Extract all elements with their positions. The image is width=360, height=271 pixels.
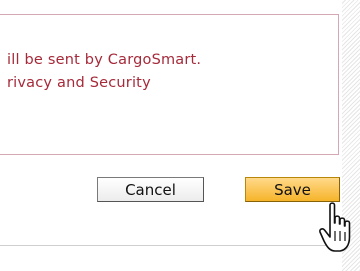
footer-divider (0, 245, 342, 246)
message-box: ill be sent by CargoSmart. rivacy and Se… (0, 14, 339, 155)
dialog-panel: ill be sent by CargoSmart. rivacy and Se… (0, 0, 342, 271)
save-button[interactable]: Save (245, 177, 340, 202)
hand-pointer-icon (319, 202, 351, 252)
message-line-2: rivacy and Security (7, 75, 151, 91)
message-line-1: ill be sent by CargoSmart. (7, 52, 202, 68)
cancel-button[interactable]: Cancel (97, 177, 204, 202)
